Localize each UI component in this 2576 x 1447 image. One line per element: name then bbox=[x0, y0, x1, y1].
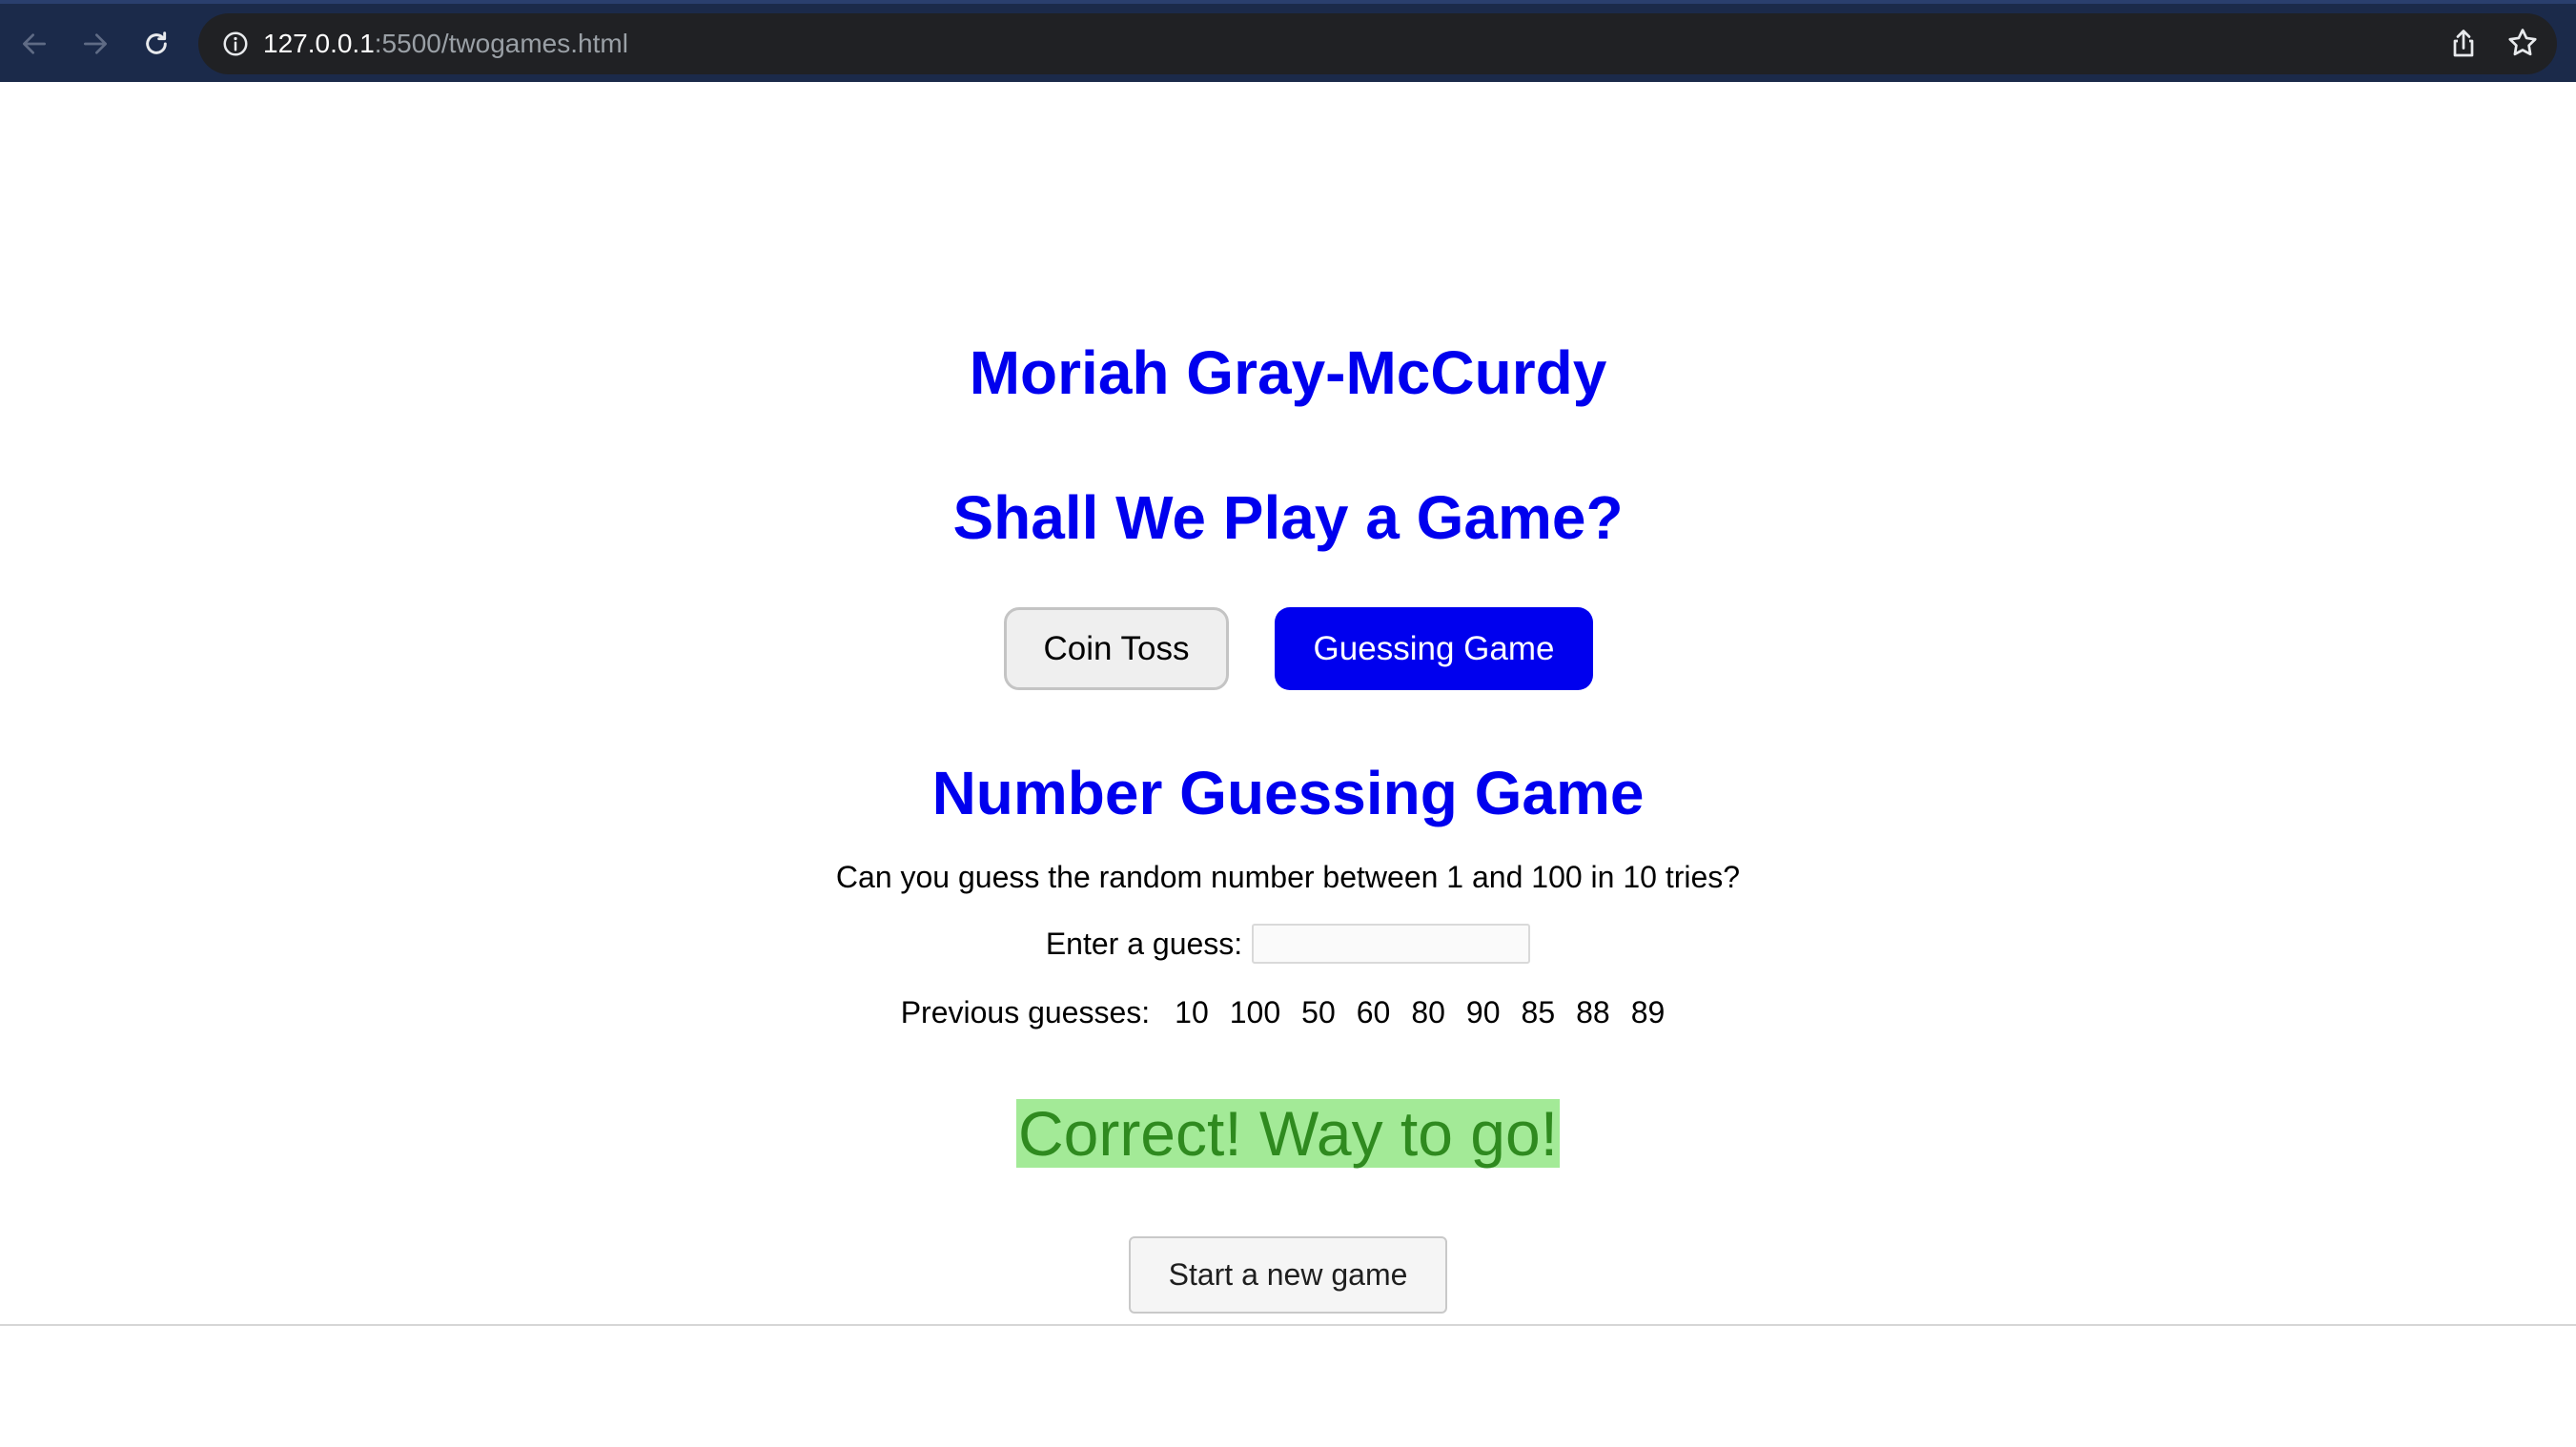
guess-input[interactable] bbox=[1252, 924, 1531, 964]
url-path: :5500/twogames.html bbox=[374, 29, 628, 58]
browser-toolbar: 127.0.0.1:5500/twogames.html bbox=[0, 0, 2576, 82]
url-text[interactable]: 127.0.0.1:5500/twogames.html bbox=[263, 13, 628, 74]
main-heading: Shall We Play a Game? bbox=[952, 483, 1624, 552]
address-bar[interactable]: 127.0.0.1:5500/twogames.html bbox=[198, 13, 2557, 74]
url-host: 127.0.0.1 bbox=[263, 29, 375, 58]
previous-guess: 10 bbox=[1175, 995, 1209, 1029]
share-icon[interactable] bbox=[2446, 27, 2481, 61]
info-icon[interactable] bbox=[221, 30, 250, 58]
result-area: Correct! Way to go! bbox=[0, 1099, 2576, 1168]
divider bbox=[0, 1324, 2576, 1326]
game-instructions: Can you guess the random number between … bbox=[835, 860, 1741, 894]
author-heading: Moriah Gray-McCurdy bbox=[969, 338, 1607, 407]
page-content: Moriah Gray-McCurdy Shall We Play a Game… bbox=[0, 82, 2576, 1447]
previous-guess: 60 bbox=[1356, 995, 1391, 1029]
coin-toss-button[interactable]: Coin Toss bbox=[1004, 607, 1229, 690]
previous-guess: 85 bbox=[1521, 995, 1556, 1029]
reload-button[interactable] bbox=[137, 25, 175, 63]
star-icon[interactable] bbox=[2505, 26, 2540, 60]
back-button[interactable] bbox=[15, 25, 53, 63]
new-game-area: Start a new game bbox=[0, 1236, 2576, 1314]
result-message: Correct! Way to go! bbox=[1015, 1098, 1561, 1169]
reload-icon bbox=[146, 31, 167, 54]
previous-guess: 80 bbox=[1411, 995, 1445, 1029]
back-arrow-icon bbox=[23, 33, 46, 54]
previous-guess: 90 bbox=[1465, 995, 1501, 1029]
previous-guesses: Previous guesses: 10 100 50 60 80 90 85 … bbox=[0, 995, 2576, 1030]
guessing-game-button[interactable]: Guessing Game bbox=[1275, 607, 1593, 690]
previous-guess: 88 bbox=[1576, 995, 1610, 1029]
previous-guess: 89 bbox=[1630, 995, 1666, 1029]
guess-label: Enter a guess: bbox=[1045, 926, 1243, 961]
guess-form: Enter a guess: bbox=[0, 924, 2576, 964]
previous-guess: 50 bbox=[1301, 995, 1336, 1029]
forward-arrow-icon bbox=[84, 33, 107, 54]
game-title: Number Guessing Game bbox=[931, 759, 1645, 827]
previous-guesses-label: Previous guesses: bbox=[900, 995, 1151, 1029]
previous-guess: 100 bbox=[1229, 995, 1281, 1029]
forward-button[interactable] bbox=[76, 25, 114, 63]
start-new-game-button[interactable]: Start a new game bbox=[1129, 1236, 1447, 1314]
game-selector: Coin Toss Guessing Game bbox=[0, 607, 2576, 690]
